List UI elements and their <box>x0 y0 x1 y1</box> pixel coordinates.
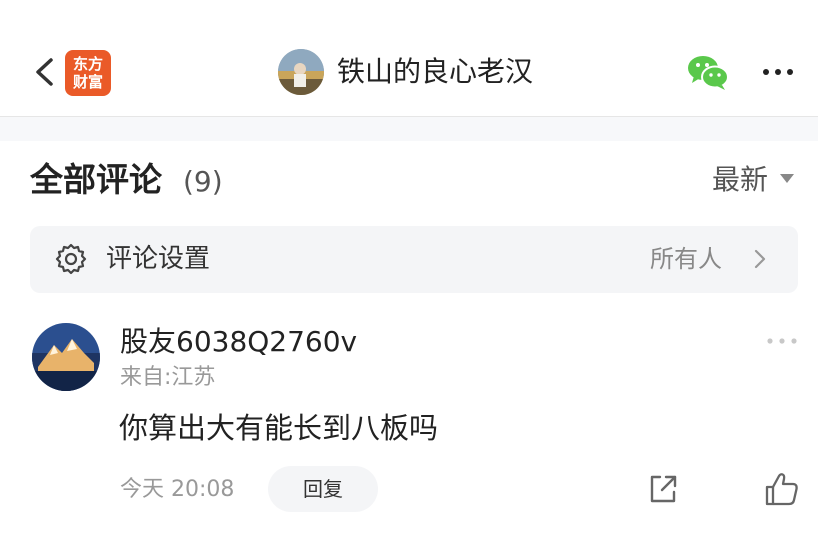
commenter-location: 来自:江苏 <box>120 365 216 390</box>
comments-heading: 全部评论 <box>30 160 162 199</box>
top-bar: 东方 财富 铁山的良心老汉 <box>0 0 818 116</box>
share-icon[interactable] <box>646 472 680 506</box>
more-icon[interactable] <box>765 334 799 348</box>
comment-text: 你算出大有能长到八板吗 <box>119 411 439 445</box>
app-logo[interactable]: 东方 财富 <box>65 50 111 96</box>
reply-button[interactable]: 回复 <box>268 466 378 512</box>
settings-value: 所有人 <box>650 245 722 273</box>
more-icon[interactable] <box>760 60 796 84</box>
author-avatar[interactable] <box>278 49 324 95</box>
logo-text-line2: 财富 <box>72 73 103 91</box>
comment-time: 今天 20:08 <box>120 477 235 502</box>
commenter-avatar[interactable] <box>32 323 100 391</box>
thumbs-up-icon[interactable] <box>762 470 800 508</box>
caret-down-icon[interactable] <box>780 174 794 183</box>
commenter-name[interactable]: 股友6038Q2760v <box>120 322 357 362</box>
logo-text-line1: 东方 <box>72 55 103 73</box>
comments-count: (9) <box>183 165 223 198</box>
settings-label: 评论设置 <box>106 244 211 274</box>
wechat-icon[interactable] <box>686 52 730 92</box>
page-title: 铁山的良心老汉 <box>337 55 534 88</box>
back-icon[interactable] <box>26 52 66 92</box>
sort-dropdown[interactable]: 最新 <box>712 160 768 200</box>
chevron-right-icon <box>754 249 766 269</box>
section-separator <box>0 117 818 141</box>
gear-icon <box>55 243 87 275</box>
